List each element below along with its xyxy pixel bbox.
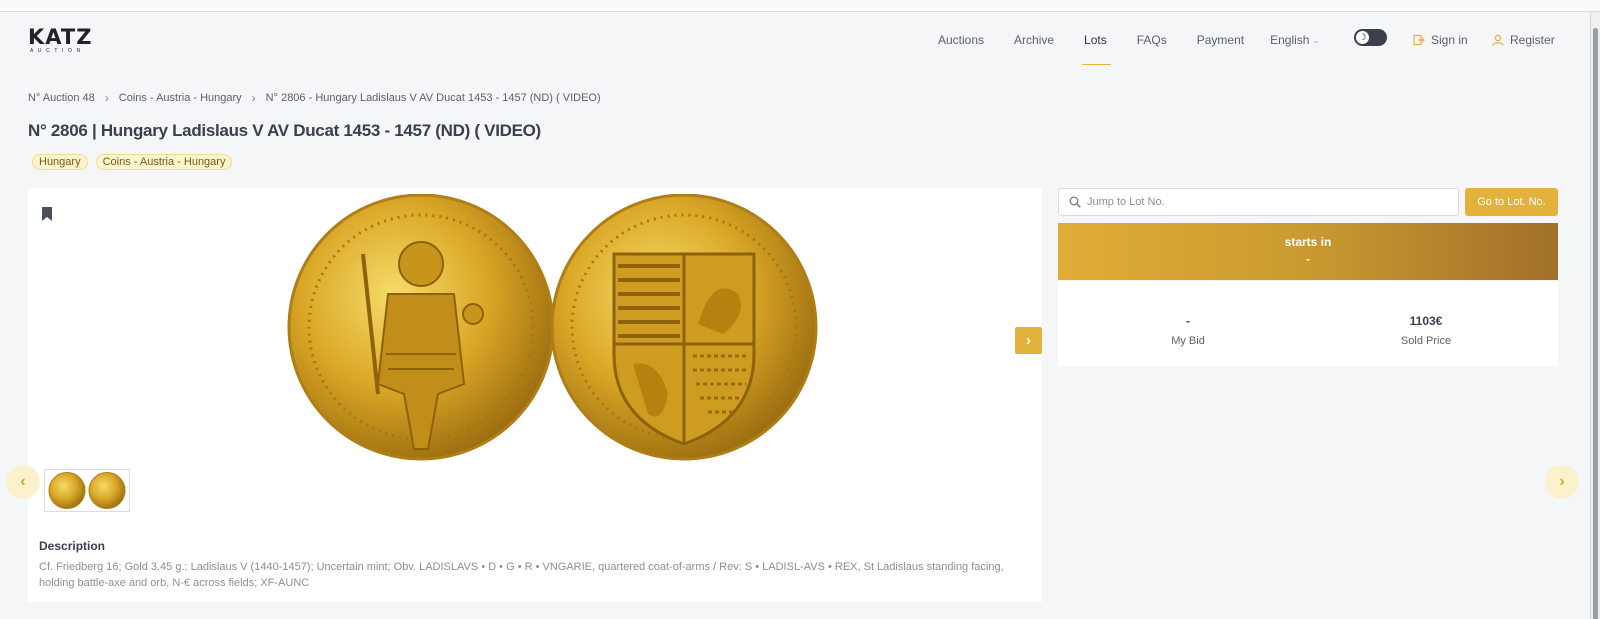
countdown-value: - (1306, 252, 1310, 266)
logo-wordmark: KATZ (28, 25, 93, 49)
countdown-panel: starts in - (1058, 223, 1558, 280)
previous-lot-button[interactable]: ‹ (6, 465, 40, 499)
nav-lots[interactable]: Lots (1082, 12, 1111, 68)
register-link[interactable]: Register (1492, 12, 1555, 68)
my-bid-label: My Bid (1171, 335, 1205, 347)
nav-payment[interactable]: Payment (1197, 12, 1244, 68)
sign-in-label: Sign in (1431, 33, 1468, 47)
moon-icon: ☽ (1356, 31, 1369, 44)
lot-tags: Hungary Coins - Austria - Hungary (32, 154, 240, 170)
search-icon (1069, 196, 1081, 208)
breadcrumb-category[interactable]: Coins - Austria - Hungary (119, 92, 242, 104)
browser-top-strip (0, 0, 1600, 12)
user-icon (1492, 34, 1504, 46)
bookmark-icon[interactable] (41, 207, 53, 221)
breadcrumb: N° Auction 48 › Coins - Austria - Hungar… (28, 91, 601, 105)
sold-price-label: Sold Price (1400, 335, 1452, 347)
description-heading: Description (39, 539, 106, 553)
nav-faqs[interactable]: FAQs (1137, 12, 1167, 68)
breadcrumb-auction[interactable]: N° Auction 48 (28, 92, 95, 104)
scrollbar-thumb[interactable] (1593, 28, 1598, 619)
sign-in-link[interactable]: Sign in (1413, 12, 1468, 68)
breadcrumb-current: N° 2806 - Hungary Ladislaus V AV Ducat 1… (265, 92, 601, 104)
site-logo[interactable]: KATZ AUCTION (28, 26, 100, 56)
tag-category[interactable]: Coins - Austria - Hungary (95, 154, 233, 170)
tag-country[interactable]: Hungary (32, 154, 88, 170)
language-select[interactable]: English ⌄ (1270, 12, 1319, 68)
next-lot-button[interactable]: › (1545, 465, 1579, 499)
my-bid-value: - (1186, 314, 1190, 328)
nav-auctions[interactable]: Auctions (938, 12, 984, 68)
coin-image (287, 194, 818, 461)
countdown-label: starts in (1284, 235, 1332, 249)
nav-archive[interactable]: Archive (1014, 12, 1054, 68)
register-label: Register (1510, 33, 1555, 47)
chevron-down-icon: ⌄ (1312, 35, 1320, 45)
chevron-right-icon: › (104, 91, 109, 105)
site-header: KATZ AUCTION Auctions Archive Lots FAQs … (0, 12, 1590, 68)
next-image-button[interactable]: › (1015, 327, 1042, 354)
theme-toggle[interactable]: ☽ (1354, 29, 1387, 46)
jump-to-lot-input[interactable] (1087, 191, 1447, 213)
sold-price-value: 1103€ (1409, 314, 1443, 328)
bid-summary: - My Bid 1103€ Sold Price (1058, 281, 1558, 366)
page-title: N° 2806 | Hungary Ladislaus V AV Ducat 1… (28, 121, 541, 140)
my-bid-stat: - My Bid (1113, 314, 1263, 347)
sold-price-stat: 1103€ Sold Price (1351, 314, 1501, 347)
image-thumbnail[interactable] (44, 469, 130, 512)
chevron-right-icon: › (251, 91, 256, 105)
jump-to-lot-field[interactable] (1058, 188, 1459, 216)
language-label: English (1270, 33, 1310, 47)
main-nav: Auctions Archive Lots FAQs Payment Engli… (938, 12, 1319, 68)
coin-thumbnail-image (48, 472, 126, 509)
lot-image-card: › Description Cf. Friedberg 16; Gold 3.4… (28, 188, 1042, 602)
sign-in-icon (1413, 34, 1425, 46)
description-text: Cf. Friedberg 16; Gold 3.45 g.; Ladislau… (39, 561, 1004, 589)
go-to-lot-button[interactable]: Go to Lot. No. (1465, 188, 1558, 216)
page-scrollbar[interactable] (1590, 12, 1600, 619)
